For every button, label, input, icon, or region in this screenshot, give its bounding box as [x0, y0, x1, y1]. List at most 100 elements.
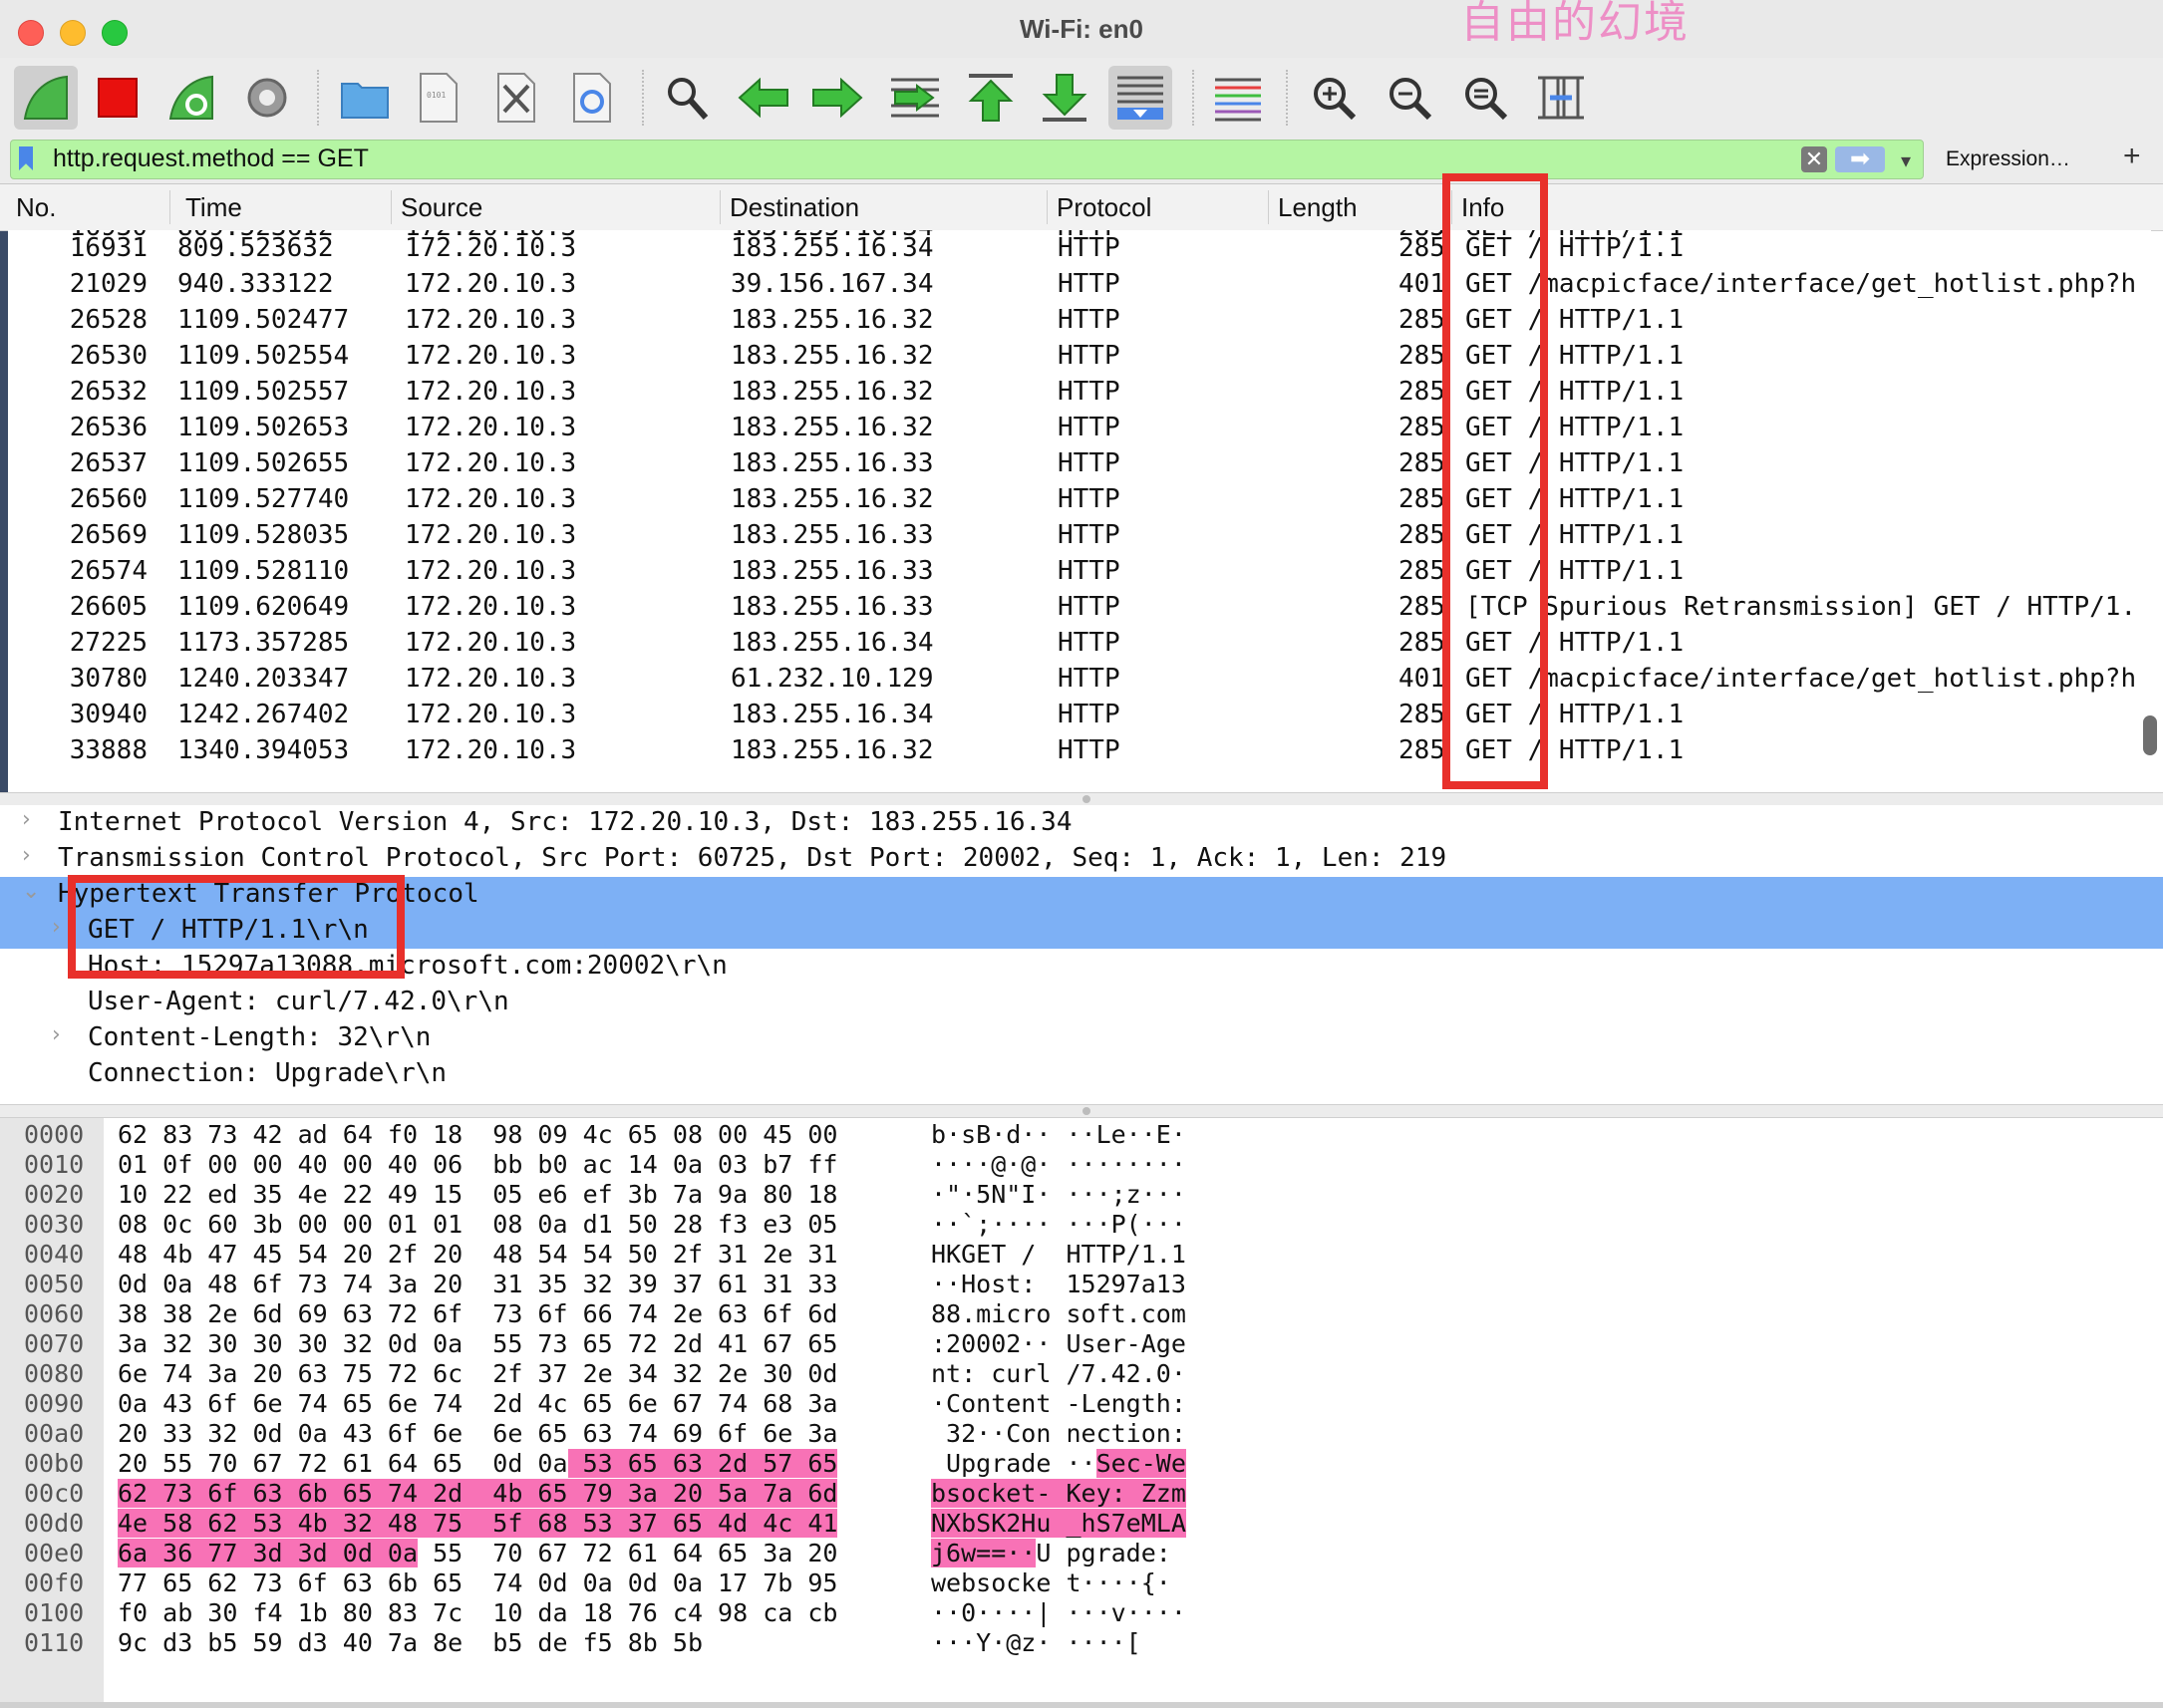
table-row[interactable]: 26560 1109.527740 172.20.10.3 183.255.16.32… — [8, 482, 2151, 518]
find-packet-button[interactable] — [656, 66, 720, 130]
bookmark-icon[interactable] — [19, 146, 33, 170]
display-filter-text[interactable]: http.request.method == GET — [53, 144, 369, 173]
detail-row[interactable]: User-Agent: curl/7.42.0\r\n — [0, 985, 2163, 1020]
byte-row[interactable]: 00e0 6a 36 77 3d 3d 0d 0a 55 70 67 72 61 … — [0, 1539, 2163, 1568]
byte-row[interactable]: 0030 08 0c 60 3b 00 00 01 01 08 0a d1 50 … — [0, 1210, 2163, 1240]
apply-filter-button[interactable]: ➡ — [1835, 146, 1885, 172]
reload-file-icon — [573, 73, 611, 123]
table-row[interactable]: 30780 1240.203347 172.20.10.3 61.232.10.129… — [8, 662, 2151, 698]
autoscroll-button[interactable] — [1108, 66, 1172, 130]
resize-columns-button[interactable] — [1529, 66, 1593, 130]
restart-capture-button[interactable] — [159, 66, 223, 130]
zoom-out-button[interactable] — [1378, 66, 1441, 130]
colorize-button[interactable] — [1206, 66, 1270, 130]
go-first-button[interactable] — [959, 66, 1023, 130]
table-row[interactable]: 26532 1109.502557 172.20.10.3 183.255.16.32… — [8, 375, 2151, 411]
byte-row[interactable]: 00c0 62 73 6f 63 6b 65 74 2d 4b 65 79 3a … — [0, 1479, 2163, 1509]
table-row[interactable]: 26528 1109.502477 172.20.10.3 183.255.16.32… — [8, 303, 2151, 339]
column-separator[interactable] — [1268, 190, 1269, 224]
detail-row[interactable]: › Content-Length: 32\r\n — [0, 1020, 2163, 1056]
column-protocol[interactable]: Protocol — [1057, 192, 1151, 223]
column-source[interactable]: Source — [401, 192, 482, 223]
byte-row[interactable]: 0000 62 83 73 42 ad 64 f0 18 98 09 4c 65 … — [0, 1120, 2163, 1150]
clear-filter-button[interactable]: ✕ — [1801, 146, 1827, 172]
go-to-packet-button[interactable] — [883, 66, 947, 130]
add-filter-button[interactable]: + — [2123, 140, 2141, 173]
table-row[interactable]: 26536 1109.502653 172.20.10.3 183.255.16.32… — [8, 411, 2151, 446]
open-file-button[interactable] — [333, 66, 397, 130]
packet-list[interactable]: 16930 809.523612 172.20.10.3 183.255.16.… — [8, 230, 2151, 788]
stop-capture-button[interactable] — [86, 66, 150, 130]
collapsed-arrow-icon[interactable]: › — [52, 1022, 61, 1047]
start-capture-button[interactable] — [14, 66, 78, 130]
column-no[interactable]: No. — [16, 192, 56, 223]
packet-list-scrollbar[interactable] — [2143, 715, 2157, 755]
zoom-in-button[interactable] — [1302, 66, 1366, 130]
byte-row[interactable]: 0110 9c d3 b5 59 d3 40 7a 8e b5 de f5 8b … — [0, 1628, 2163, 1658]
byte-offset: 00d0 — [24, 1509, 85, 1538]
pane-splitter[interactable] — [0, 792, 2163, 806]
capture-options-button[interactable] — [235, 66, 299, 130]
filter-history-dropdown[interactable]: ▾ — [1901, 148, 1911, 173]
detail-row[interactable]: › Transmission Control Protocol, Src Port… — [0, 841, 2163, 877]
table-row[interactable]: 16931 809.523632 172.20.10.3 183.255.16.34 H… — [8, 231, 2151, 267]
byte-row[interactable]: 0020 10 22 ed 35 4e 22 49 15 05 e6 ef 3b … — [0, 1180, 2163, 1210]
byte-hex: 20 55 70 67 72 61 64 65 0d 0a 53 65 63 2… — [118, 1449, 838, 1478]
go-back-button[interactable] — [732, 66, 795, 130]
byte-row[interactable]: 0070 3a 32 30 30 30 32 0d 0a 55 73 65 72 … — [0, 1329, 2163, 1359]
column-separator[interactable] — [169, 190, 170, 224]
byte-row[interactable]: 0100 f0 ab 30 f4 1b 80 83 7c 10 da 18 76 … — [0, 1598, 2163, 1628]
display-filter-input[interactable]: http.request.method == GET ✕ ➡ ▾ — [10, 140, 1924, 179]
go-forward-button[interactable] — [805, 66, 869, 130]
column-separator[interactable] — [720, 190, 721, 224]
expression-button[interactable]: Expression… — [1946, 147, 2070, 171]
table-row[interactable]: 33888 1340.394053 172.20.10.3 183.255.16.32… — [8, 733, 2151, 769]
close-file-icon — [497, 73, 535, 123]
byte-row[interactable]: 0060 38 38 2e 6d 69 63 72 6f 73 6f 66 74 … — [0, 1299, 2163, 1329]
detail-row[interactable]: › Internet Protocol Version 4, Src: 172.2… — [0, 805, 2163, 841]
splitter-handle[interactable] — [1082, 795, 1090, 803]
collapsed-arrow-icon[interactable]: › — [22, 807, 31, 832]
splitter-handle[interactable] — [1082, 1107, 1090, 1115]
cell-length: 285 — [1398, 305, 1445, 335]
column-time[interactable]: Time — [185, 192, 242, 223]
highlighted-ascii: j6w==·· — [931, 1539, 1037, 1567]
table-row[interactable]: 30940 1242.267402 172.20.10.3 183.255.16.34… — [8, 698, 2151, 733]
packet-bytes[interactable]: 0000 62 83 73 42 ad 64 f0 18 98 09 4c 65 … — [0, 1118, 2163, 1708]
byte-row[interactable]: 00b0 20 55 70 67 72 61 64 65 0d 0a 53 65 … — [0, 1449, 2163, 1479]
detail-row-text: Connection: Upgrade\r\n — [88, 1058, 448, 1088]
table-row[interactable]: 26569 1109.528035 172.20.10.3 183.255.16.33… — [8, 518, 2151, 554]
byte-row[interactable]: 00a0 20 33 32 0d 0a 43 6f 6e 6e 65 63 74 … — [0, 1419, 2163, 1449]
byte-row[interactable]: 0080 6e 74 3a 20 63 75 72 6c 2f 37 2e 34 … — [0, 1359, 2163, 1389]
collapsed-arrow-icon[interactable]: › — [52, 915, 61, 940]
byte-row[interactable]: 0040 48 4b 47 45 54 20 2f 20 48 54 54 50 … — [0, 1240, 2163, 1270]
detail-row[interactable]: Connection: Upgrade\r\n — [0, 1056, 2163, 1092]
table-row[interactable]: 26537 1109.502655 172.20.10.3 183.255.16.33… — [8, 446, 2151, 482]
expanded-arrow-icon[interactable]: ⌄ — [22, 879, 40, 904]
save-file-button[interactable]: 0101 — [407, 66, 470, 130]
column-destination[interactable]: Destination — [730, 192, 859, 223]
go-last-button[interactable] — [1033, 66, 1096, 130]
watermark-text: 自由的幻境 — [1460, 0, 1690, 47]
table-row[interactable]: 26574 1109.528110 172.20.10.3 183.255.16.33… — [8, 554, 2151, 590]
byte-row[interactable]: 0050 0d 0a 48 6f 73 74 3a 20 31 35 32 39 … — [0, 1270, 2163, 1299]
column-separator[interactable] — [391, 190, 392, 224]
window-bottom-edge — [0, 1702, 2163, 1708]
byte-offset: 0090 — [24, 1389, 85, 1418]
pane-splitter[interactable] — [0, 1104, 2163, 1118]
close-file-button[interactable] — [484, 66, 548, 130]
byte-ascii: ··0····| ···v···· — [931, 1598, 1186, 1627]
byte-row[interactable]: 0090 0a 43 6f 6e 74 65 6e 74 2d 4c 65 6e … — [0, 1389, 2163, 1419]
byte-row[interactable]: 00f0 77 65 62 73 6f 63 6b 65 74 0d 0a 0d … — [0, 1568, 2163, 1598]
collapsed-arrow-icon[interactable]: › — [22, 843, 31, 868]
byte-row[interactable]: 0010 01 0f 00 00 40 00 40 06 bb b0 ac 14 … — [0, 1150, 2163, 1180]
table-row[interactable]: 21029 940.333122 172.20.10.3 39.156.167.34 H… — [8, 267, 2151, 303]
column-separator[interactable] — [1047, 190, 1048, 224]
byte-row[interactable]: 00d0 4e 58 62 53 4b 32 48 75 5f 68 53 37 … — [0, 1509, 2163, 1539]
normal-size-button[interactable] — [1453, 66, 1517, 130]
reload-file-button[interactable] — [560, 66, 624, 130]
column-length[interactable]: Length — [1278, 192, 1358, 223]
table-row[interactable]: 27225 1173.357285 172.20.10.3 183.255.16.34… — [8, 626, 2151, 662]
table-row[interactable]: 26530 1109.502554 172.20.10.3 183.255.16.32… — [8, 339, 2151, 375]
table-row[interactable]: 26605 1109.620649 172.20.10.3 183.255.16.33… — [8, 590, 2151, 626]
